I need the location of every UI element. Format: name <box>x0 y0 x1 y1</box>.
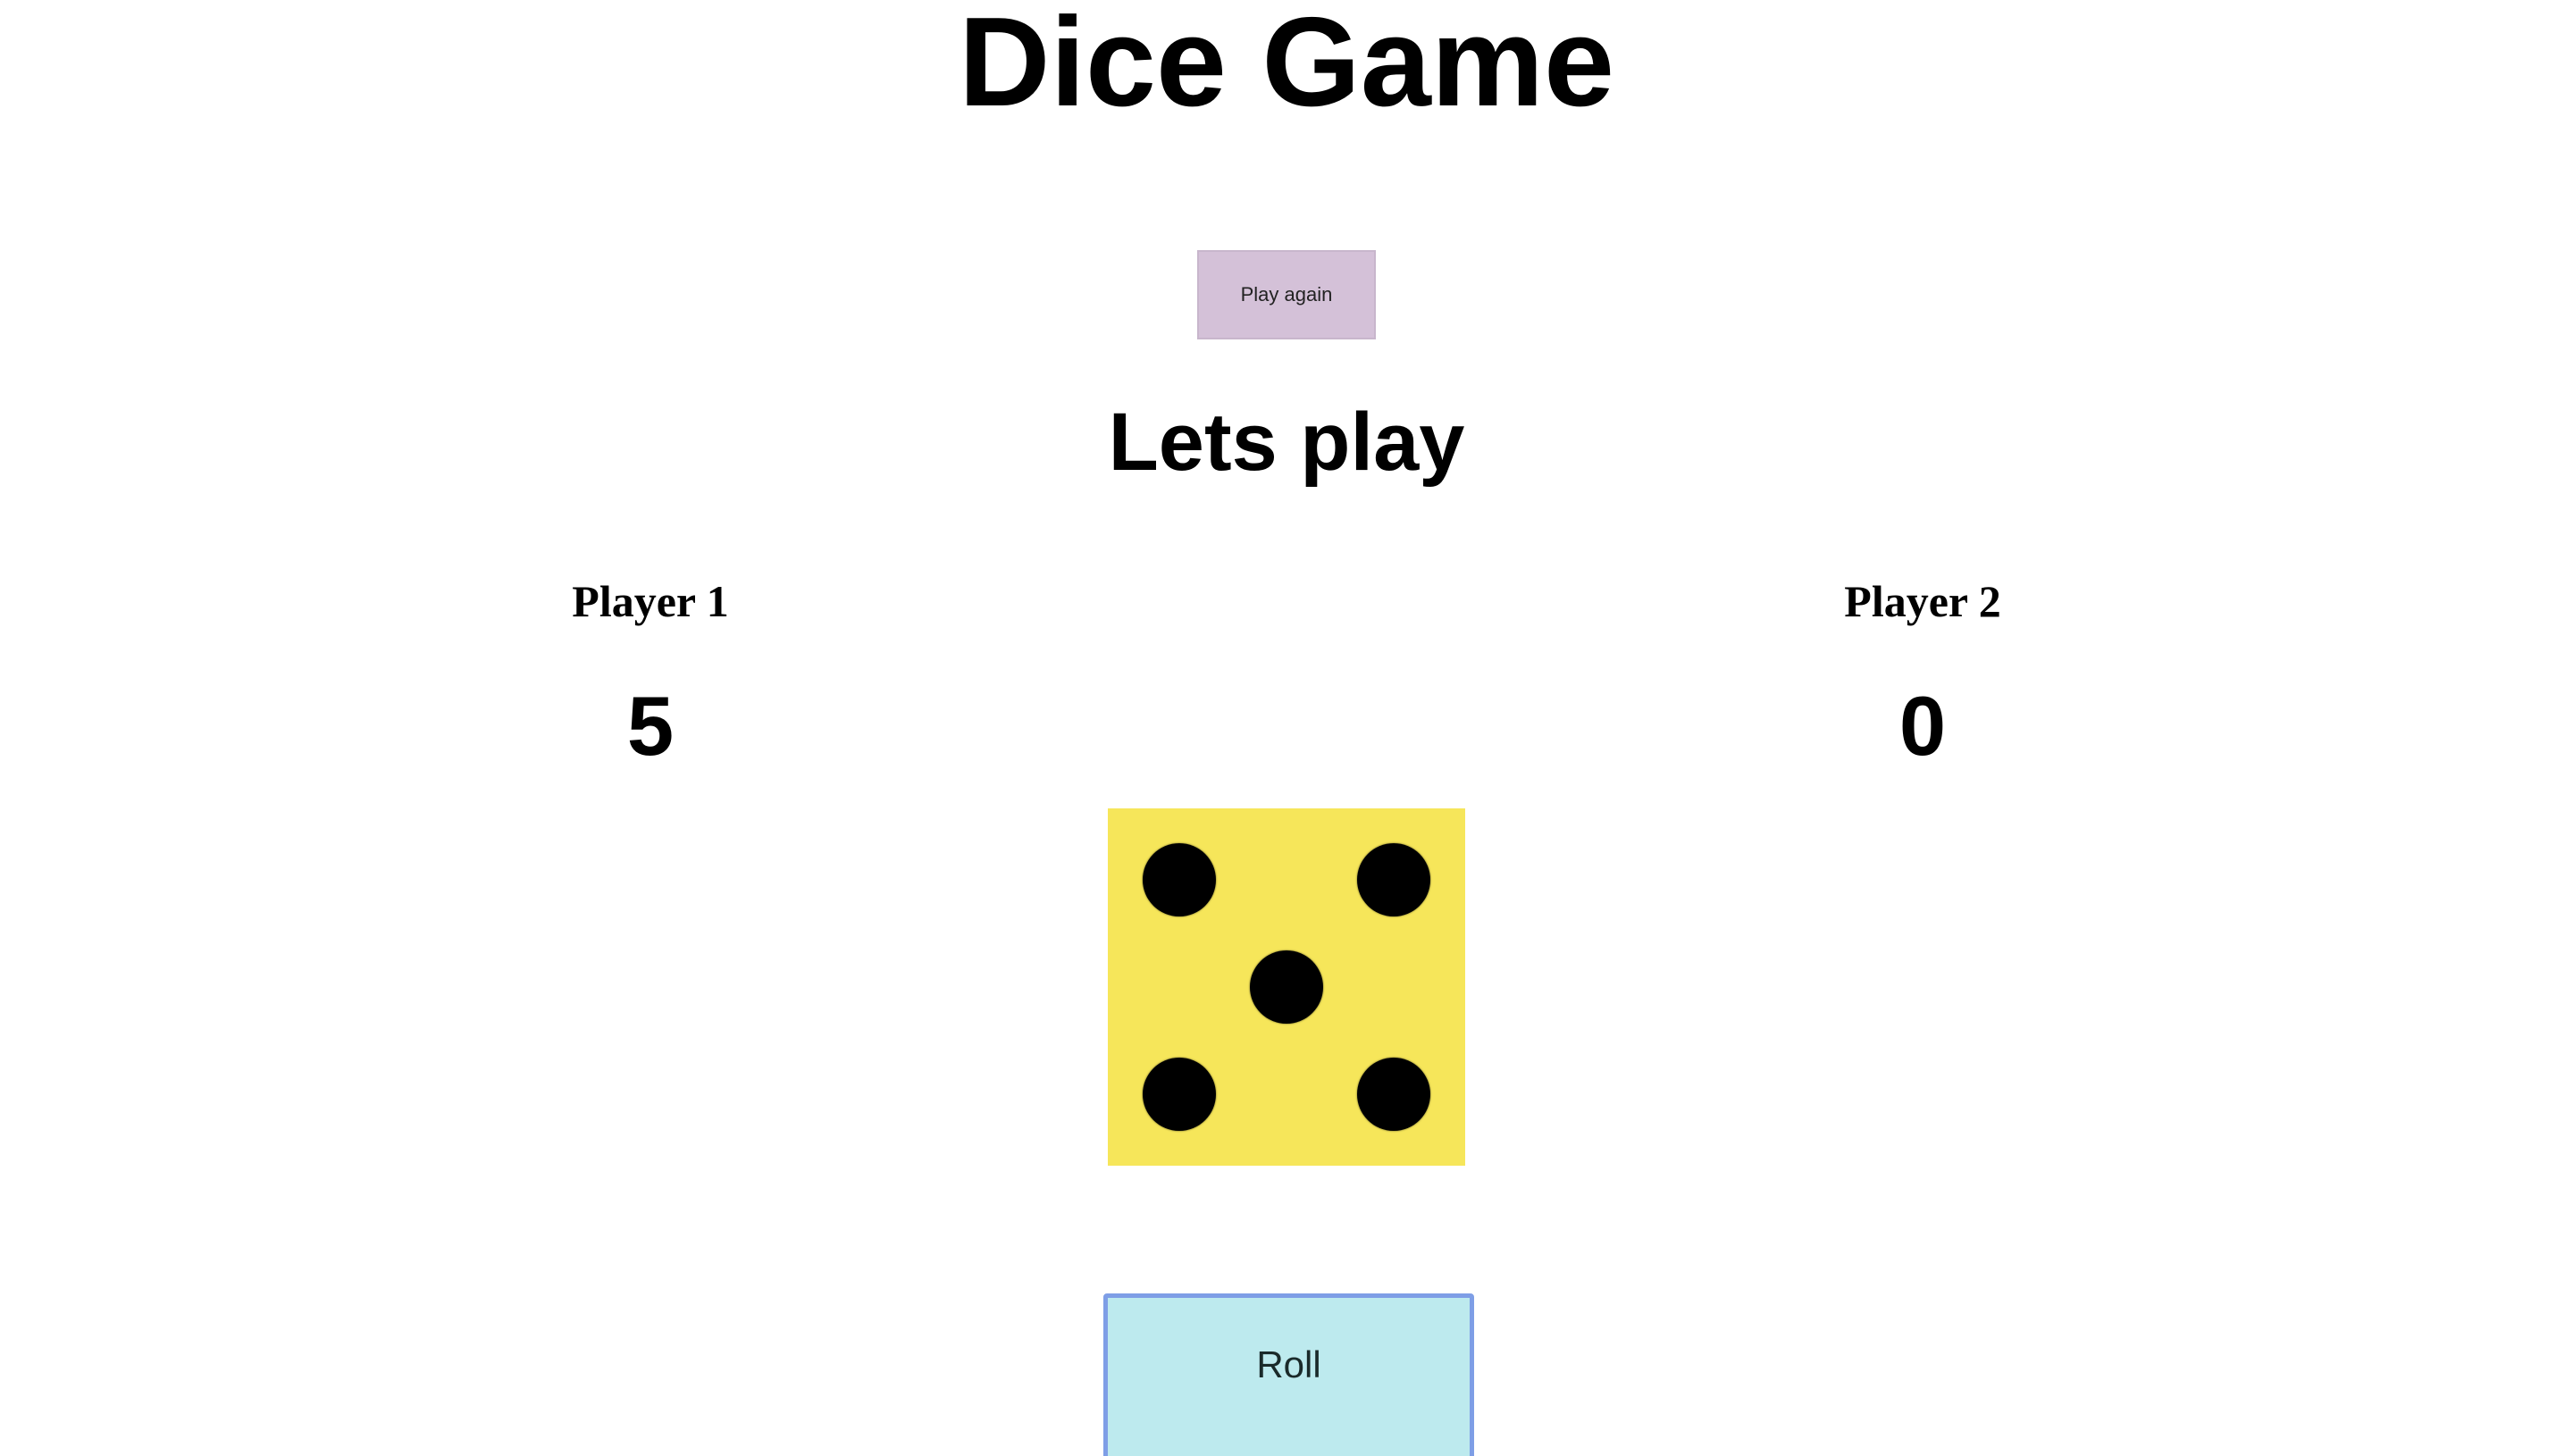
game-status-message: Lets play <box>1108 397 1465 488</box>
page-title: Dice Game <box>958 0 1615 133</box>
player-1-score: 5 <box>626 679 675 773</box>
roll-button[interactable]: Roll <box>1103 1293 1474 1456</box>
die-pip <box>1143 1058 1216 1131</box>
player-1-name: Player 1 <box>572 576 729 626</box>
die-pip <box>1250 950 1323 1024</box>
player-2-name: Player 2 <box>1844 576 2001 626</box>
dice-five-icon <box>1108 808 1465 1166</box>
die-pip <box>1143 843 1216 916</box>
play-again-button[interactable]: Play again <box>1197 250 1376 339</box>
die-pip <box>1357 1058 1430 1131</box>
die-pip <box>1357 843 1430 916</box>
player-2-score: 0 <box>1898 679 1947 773</box>
